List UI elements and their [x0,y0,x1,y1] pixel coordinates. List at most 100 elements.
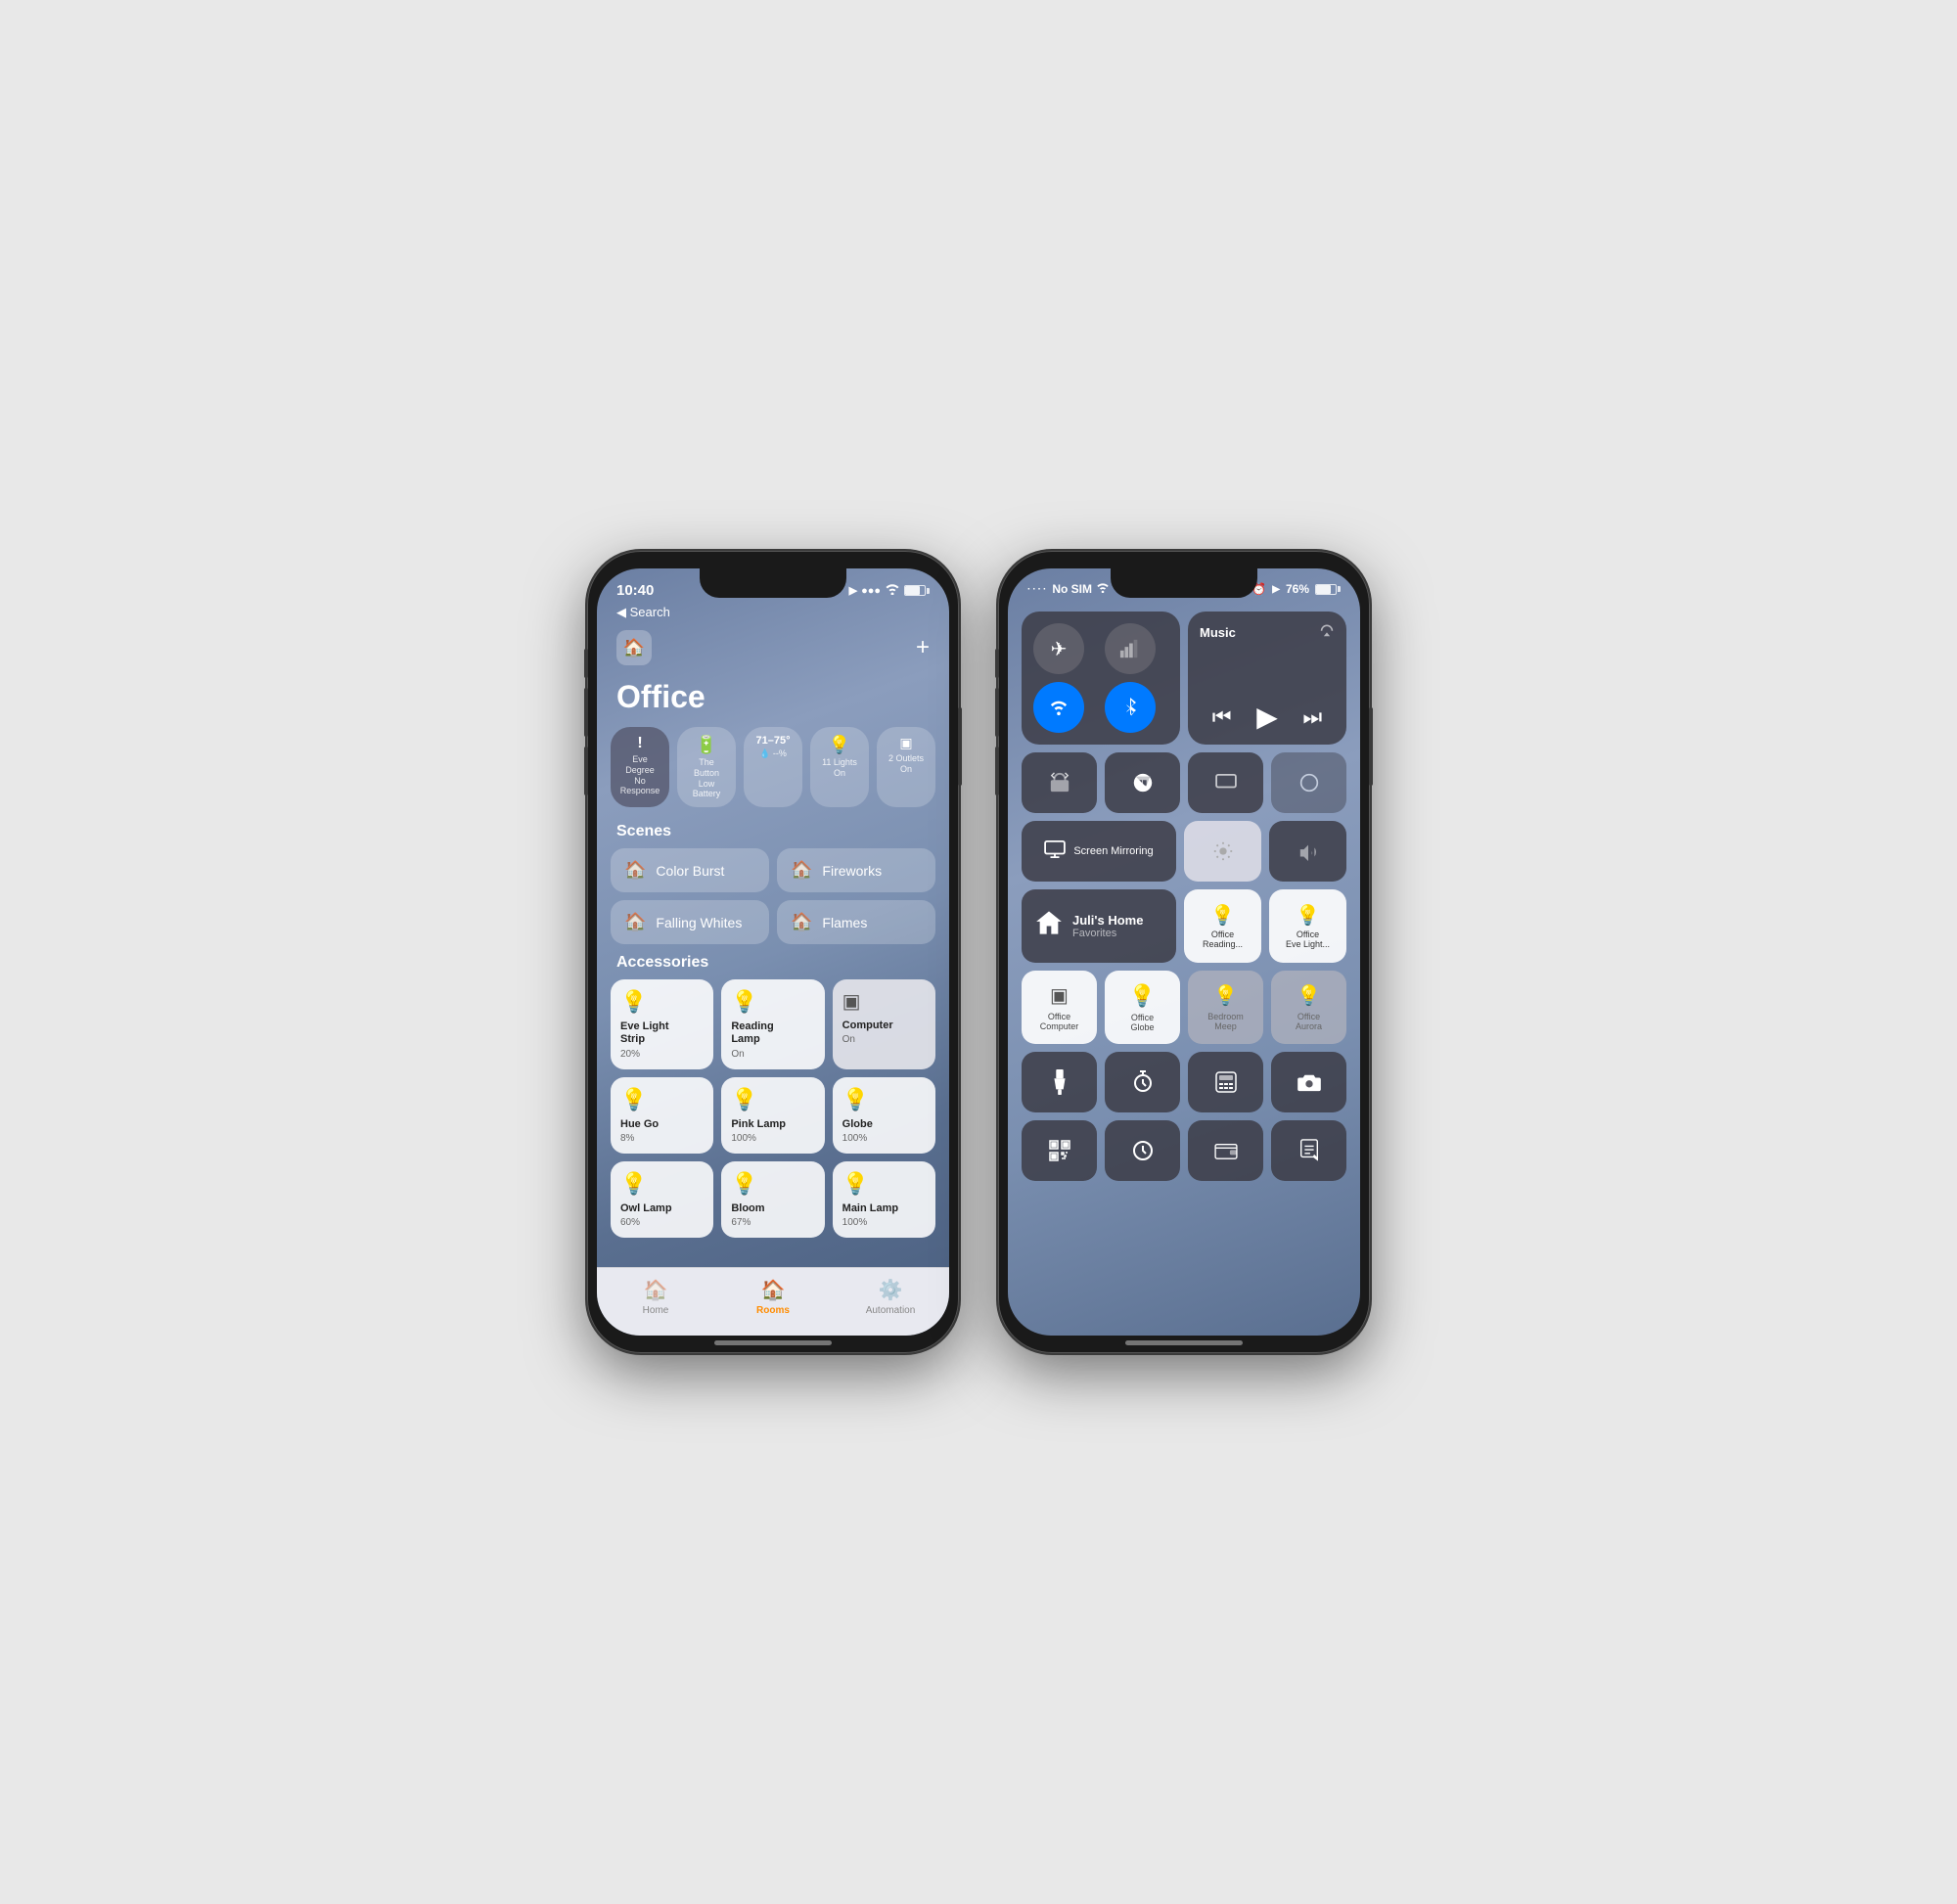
side-button[interactable] [958,707,962,786]
screen-mirroring-button[interactable]: Screen Mirroring [1022,821,1176,882]
acc-hue-go[interactable]: 💡 Hue Go 8% [611,1077,713,1154]
acc-status: 20% [620,1049,704,1060]
cc-battery-icon [1315,584,1341,595]
cc-status-right: ⏰ ▶ 76% [1252,582,1341,596]
light-icon: 💡 [1210,903,1235,928]
cc-wifi-icon [1096,582,1110,596]
acc-pink-lamp[interactable]: 💡 Pink Lamp 100% [721,1077,824,1154]
top-row: 🏠 + [597,626,949,675]
pill-outlets[interactable]: ▣ 2 OutletsOn [877,727,935,807]
tab-rooms[interactable]: 🏠 Rooms [714,1268,832,1336]
home-tab-icon: 🏠 [644,1278,668,1302]
acc-name: ReadingLamp [731,1020,814,1046]
scene-fireworks[interactable]: 🏠 Fireworks [777,848,935,892]
airplay-icon [1319,623,1335,642]
calculator-button[interactable] [1188,1052,1263,1112]
signal-icon: ●●● [861,585,881,597]
phone-control-center: ···· No SIM ⏰ ▶ 76% [998,551,1370,1353]
automation-tab-icon: ⚙️ [879,1278,903,1302]
office-reading-button[interactable]: 💡 OfficeReading... [1184,889,1261,963]
acc-eve-light-strip[interactable]: 💡 Eve LightStrip 20% [611,979,713,1068]
tab-home[interactable]: 🏠 Home [597,1268,714,1336]
timer-button[interactable] [1105,1052,1180,1112]
volume-up-button[interactable] [584,688,588,737]
acc-status: 67% [731,1217,814,1228]
home-favorites-button[interactable]: Juli's Home Favorites [1022,889,1176,963]
scene-falling-whites[interactable]: 🏠 Falling Whites [611,900,769,944]
back-nav[interactable]: ◀ Search [597,603,949,626]
automation-tab-label: Automation [866,1305,916,1316]
volume-button[interactable] [1269,821,1346,882]
add-button[interactable]: + [916,634,930,661]
office-globe-button[interactable]: 💡 OfficeGlobe [1105,971,1180,1044]
light-icon: 💡 [731,1087,814,1112]
screen-mirroring-label: Screen Mirroring [1073,845,1153,857]
screen-mirror-small-button[interactable] [1188,752,1263,813]
light-icon: 💡 [842,1087,926,1112]
office-aurora-button[interactable]: 💡 OfficeAurora [1271,971,1346,1044]
wallet-button[interactable] [1188,1120,1263,1181]
prev-track-button[interactable]: ⏮ [1212,704,1232,730]
tile-label: BedroomMeep [1207,1012,1244,1031]
acc-name: Bloom [731,1202,814,1215]
tile-label: OfficeAurora [1296,1012,1322,1031]
notch [1111,568,1257,598]
cellular-button[interactable] [1105,623,1156,674]
acc-owl-lamp[interactable]: 💡 Owl Lamp 60% [611,1161,713,1238]
pill-button-battery[interactable]: 🔋 The Button Low Battery [677,727,736,807]
volume-up-button[interactable] [995,688,999,737]
home-icon-button[interactable]: 🏠 [616,630,652,665]
cc-grid: ✈ [1008,604,1360,1189]
acc-main-lamp[interactable]: 💡 Main Lamp 100% [833,1161,935,1238]
play-pause-button[interactable]: ▶ [1256,701,1278,733]
home-tab-label: Home [643,1305,669,1316]
wifi-button[interactable] [1033,682,1084,733]
do-not-disturb-button[interactable] [1105,752,1180,813]
light-icon: 💡 [731,989,814,1015]
tab-automation[interactable]: ⚙️ Automation [832,1268,949,1336]
back-label[interactable]: ◀ Search [616,605,670,620]
office-computer-button[interactable]: ▣ OfficeComputer [1022,971,1097,1044]
qr-scan-button[interactable] [1022,1120,1097,1181]
acc-status: 100% [842,1217,926,1228]
camera-button[interactable] [1271,1052,1346,1112]
pill-lights[interactable]: 💡 11 LightsOn [810,727,869,807]
cc-row4: Juli's Home Favorites 💡 OfficeReading...… [1022,889,1346,963]
next-track-button[interactable]: ⏭ [1302,704,1322,730]
side-button[interactable] [1369,707,1373,786]
cc-location-icon: ▶ [1272,584,1280,595]
volume-down-button[interactable] [584,747,588,795]
cc-content: ···· No SIM ⏰ ▶ 76% [1008,568,1360,1336]
home-icon [1035,910,1063,942]
outlet-icon: ▣ [842,989,926,1014]
pill-temperature[interactable]: 71–75° 💧 --% [744,727,802,807]
home-indicator [1125,1340,1243,1345]
scenes-grid: 🏠 Color Burst 🏠 Fireworks 🏠 Falling Whit… [597,848,949,944]
bluetooth-button[interactable] [1105,682,1156,733]
airplane-mode-button[interactable]: ✈ [1033,623,1084,674]
acc-reading-lamp[interactable]: 💡 ReadingLamp On [721,979,824,1068]
notes-button[interactable] [1271,1120,1346,1181]
pill-eve-degree[interactable]: ! Eve DegreeNo Response [611,727,669,807]
volume-down-button[interactable] [995,747,999,795]
extra-button[interactable] [1271,752,1346,813]
status-icons: ▶ ●●● [849,583,930,598]
brightness-button[interactable] [1184,821,1261,882]
acc-name: Main Lamp [842,1202,926,1215]
scene-flames[interactable]: 🏠 Flames [777,900,935,944]
cc-status-left: ···· No SIM [1027,582,1110,596]
office-eve-light-button[interactable]: 💡 OfficeEve Light... [1269,889,1346,963]
scene-label: Fireworks [822,863,882,879]
portrait-lock-button[interactable] [1022,752,1097,813]
homekit-screen: 10:40 ▶ ●●● ◀ Search [597,568,949,1336]
clock-button[interactable] [1105,1120,1180,1181]
acc-globe[interactable]: 💡 Globe 100% [833,1077,935,1154]
acc-computer[interactable]: ▣ Computer On [833,979,935,1068]
light-icon: 💡 [1213,983,1238,1008]
flashlight-button[interactable] [1022,1052,1097,1112]
rooms-tab-label: Rooms [756,1305,790,1316]
bedroom-meep-button[interactable]: 💡 BedroomMeep [1188,971,1263,1044]
acc-bloom[interactable]: 💡 Bloom 67% [721,1161,824,1238]
tab-bar: 🏠 Home 🏠 Rooms ⚙️ Automation [597,1267,949,1336]
scene-color-burst[interactable]: 🏠 Color Burst [611,848,769,892]
